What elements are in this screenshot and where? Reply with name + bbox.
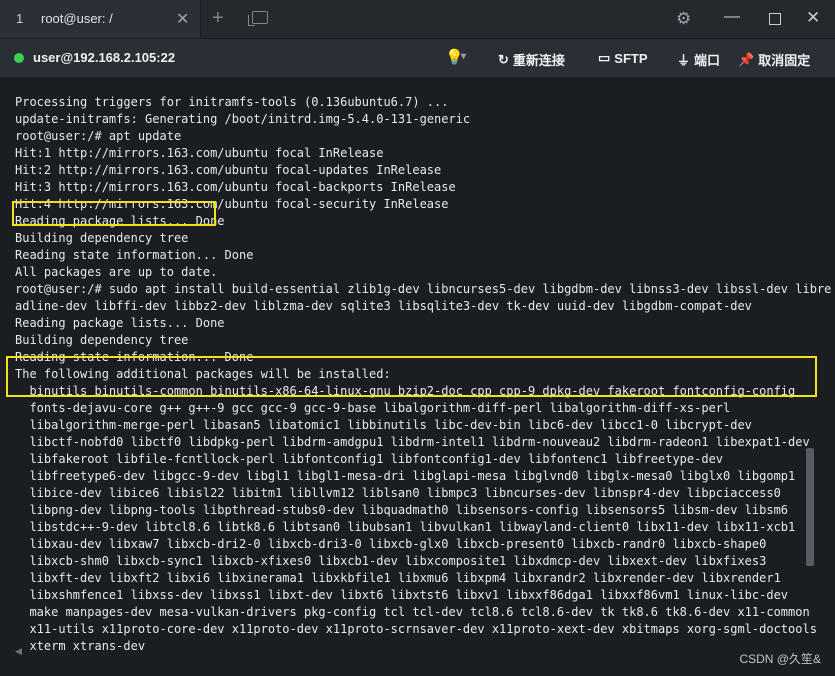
terminal-line: root@user:/# apt update: [15, 129, 182, 143]
connection-status-icon: [14, 53, 24, 63]
terminal-line: Processing triggers for initramfs-tools …: [15, 95, 449, 109]
terminal-line: x11-utils x11proto-core-dev x11proto-dev…: [15, 622, 817, 636]
refresh-icon: ↻: [498, 51, 509, 67]
terminal-output[interactable]: Processing triggers for initramfs-tools …: [0, 78, 835, 676]
terminal-line: Hit:2 http://mirrors.163.com/ubuntu foca…: [15, 163, 442, 177]
duplicate-tab-icon[interactable]: [248, 11, 268, 26]
terminal-line: xterm xtrans-dev: [15, 639, 146, 653]
terminal-line: Hit:1 http://mirrors.163.com/ubuntu foca…: [15, 146, 384, 160]
terminal-line: adline-dev libffi-dev libbz2-dev liblzma…: [15, 299, 752, 313]
port-button[interactable]: ⏚ 端口: [677, 50, 720, 69]
terminal-line: libfreetype6-dev libgcc-9-dev libgl1 lib…: [15, 469, 796, 483]
caret-left-icon: ◀: [15, 646, 22, 656]
minimize-button[interactable]: —: [724, 8, 740, 26]
port-label: 端口: [694, 53, 721, 68]
sftp-label: SFTP: [614, 50, 648, 66]
folder-icon: ▭: [598, 50, 611, 65]
terminal-line: update-initramfs: Generating /boot/initr…: [15, 112, 471, 126]
reconnect-button[interactable]: ↻ 重新连接: [498, 50, 565, 69]
chevron-down-icon[interactable]: ▾: [461, 51, 466, 62]
gear-icon[interactable]: ⚙: [676, 9, 691, 29]
reconnect-label: 重新连接: [512, 53, 565, 68]
new-tab-button[interactable]: +: [212, 7, 224, 30]
terminal-line: root@user:/# sudo apt install build-esse…: [15, 282, 832, 296]
session-tab[interactable]: 1 root@user: / ✕: [0, 0, 201, 38]
terminal-line: make manpages-dev mesa-vulkan-drivers pk…: [15, 605, 810, 619]
title-bar: 1 root@user: / ✕ + ⚙ — ✕: [0, 0, 835, 39]
terminal-line: Reading package lists... Done: [15, 316, 225, 330]
watermark: CSDN @久笙&: [739, 652, 821, 666]
terminal-line: Building dependency tree: [15, 333, 189, 347]
terminal-line: Hit:3 http://mirrors.163.com/ubuntu foca…: [15, 180, 456, 194]
terminal-line: libctf-nobfd0 libctf0 libdpkg-perl libdr…: [15, 435, 810, 449]
terminal-line: libxshmfence1 libxss-dev libxss1 libxt-d…: [15, 588, 789, 602]
plug-icon: ⏚: [677, 53, 691, 68]
terminal-line: libalgorithm-merge-perl libasan5 libatom…: [15, 418, 752, 432]
close-window-button[interactable]: ✕: [806, 8, 820, 28]
sftp-button[interactable]: ▭ SFTP: [598, 50, 648, 66]
terminal-line: libice-dev libice6 libisl22 libitm1 libl…: [15, 486, 781, 500]
terminal-line: Reading state information... Done: [15, 248, 254, 262]
terminal-line: libxcb-shm0 libxcb-sync1 libxcb-xfixes0 …: [15, 554, 767, 568]
terminal-line: libxau-dev libxaw7 libxcb-dri2-0 libxcb-…: [15, 537, 767, 551]
terminal-line: libxft-dev libxft2 libxi6 libxinerama1 l…: [15, 571, 781, 585]
terminal-line: libfakeroot libfile-fcntllock-perl libfo…: [15, 452, 724, 466]
unpin-label: 取消固定: [758, 53, 811, 68]
tab-number: 1: [16, 11, 24, 26]
terminal-line: libpng-dev libpng-tools libpthread-stubs…: [15, 503, 789, 517]
pin-icon: 📌: [738, 51, 755, 67]
terminal-line: fonts-dejavu-core g++ g++-9 gcc gcc-9 gc…: [15, 401, 731, 415]
scrollbar-thumb[interactable]: [806, 448, 814, 566]
connection-address: user@192.168.2.105:22: [33, 50, 176, 65]
maximize-button[interactable]: [769, 13, 781, 25]
terminal-line: All packages are up to date.: [15, 265, 218, 279]
session-toolbar: user@192.168.2.105:22 💡 ▾ ↻ 重新连接 ▭ SFTP …: [0, 39, 835, 78]
tab-close-icon[interactable]: ✕: [176, 9, 189, 29]
terminal-line: Building dependency tree: [15, 231, 189, 245]
terminal-line: libstdc++-9-dev libtcl8.6 libtk8.6 libts…: [15, 520, 796, 534]
highlight-box-apt-install: [6, 356, 817, 397]
unpin-button[interactable]: 📌 取消固定: [738, 50, 810, 69]
highlight-box-apt-update: [12, 201, 216, 226]
tab-title: root@user: /: [41, 11, 113, 26]
